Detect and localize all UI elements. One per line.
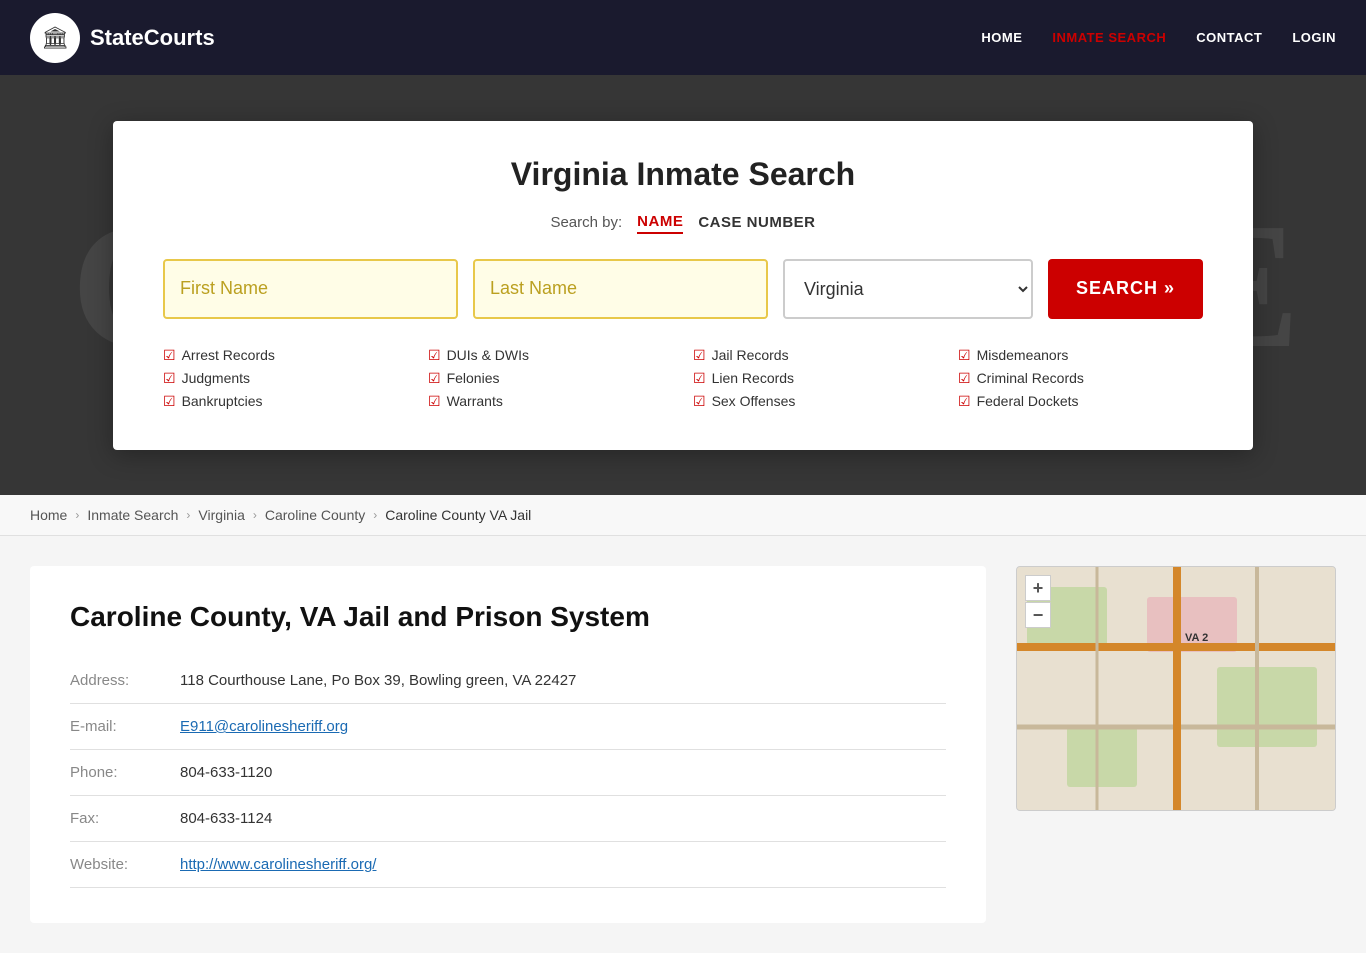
check-label-warrants: Warrants — [447, 393, 503, 409]
facility-info-panel: Caroline County, VA Jail and Prison Syst… — [30, 566, 986, 923]
checkbox-icon-judgments: ☑ — [163, 370, 176, 387]
tab-case-number[interactable]: CASE NUMBER — [698, 212, 815, 233]
email-row: E-mail: E911@carolinesheriff.org — [70, 704, 946, 750]
checkbox-icon-jail: ☑ — [693, 347, 706, 364]
email-value: E911@carolinesheriff.org — [180, 704, 946, 750]
last-name-input[interactable] — [473, 259, 768, 319]
state-select[interactable]: Virginia Alabama Alaska Arizona Arkansas… — [783, 259, 1033, 319]
breadcrumb-sep-4: › — [373, 508, 377, 522]
phone-value: 804-633-1120 — [180, 750, 946, 796]
map-road-label: VA 2 — [1185, 632, 1208, 644]
website-label: Website: — [70, 842, 180, 888]
search-button[interactable]: SEARCH » — [1048, 259, 1203, 319]
main-nav: HOME INMATE SEARCH CONTACT LOGIN — [981, 30, 1336, 45]
search-by-row: Search by: NAME CASE NUMBER — [163, 211, 1203, 234]
map-zoom-in-button[interactable]: + — [1025, 575, 1051, 601]
check-jail-records: ☑ Jail Records — [693, 347, 938, 364]
logo-text: StateCourts — [90, 25, 215, 51]
check-warrants: ☑ Warrants — [428, 393, 673, 410]
checkbox-icon-felonies: ☑ — [428, 370, 441, 387]
logo-icon: 🏛 — [30, 13, 80, 63]
phone-label: Phone: — [70, 750, 180, 796]
website-row: Website: http://www.carolinesheriff.org/ — [70, 842, 946, 888]
check-label-sex: Sex Offenses — [712, 393, 796, 409]
breadcrumb-current: Caroline County VA Jail — [385, 507, 531, 523]
nav-contact[interactable]: CONTACT — [1196, 30, 1262, 45]
check-federal-dockets: ☑ Federal Dockets — [958, 393, 1203, 410]
breadcrumb-sep-2: › — [186, 508, 190, 522]
breadcrumb-sep-3: › — [253, 508, 257, 522]
nav-login[interactable]: LOGIN — [1292, 30, 1336, 45]
check-label-misd: Misdemeanors — [977, 347, 1069, 363]
checkbox-icon-misd: ☑ — [958, 347, 971, 364]
map-controls: + − — [1025, 575, 1051, 628]
breadcrumb-home[interactable]: Home — [30, 507, 67, 523]
tab-name[interactable]: NAME — [637, 211, 683, 234]
search-by-label: Search by: — [550, 214, 622, 231]
check-criminal-records: ☑ Criminal Records — [958, 370, 1203, 387]
map-container: VA 2 + − — [1016, 566, 1336, 811]
check-felonies: ☑ Felonies — [428, 370, 673, 387]
check-label-federal: Federal Dockets — [977, 393, 1079, 409]
check-arrest-records: ☑ Arrest Records — [163, 347, 408, 364]
checkbox-icon-lien: ☑ — [693, 370, 706, 387]
checkbox-icon-duis: ☑ — [428, 347, 441, 364]
facility-title: Caroline County, VA Jail and Prison Syst… — [70, 601, 946, 633]
hero-section: COURTHOUSE Virginia Inmate Search Search… — [0, 75, 1366, 495]
check-label-judgments: Judgments — [182, 370, 250, 386]
checkbox-icon-sex: ☑ — [693, 393, 706, 410]
nav-home[interactable]: HOME — [981, 30, 1022, 45]
email-label: E-mail: — [70, 704, 180, 750]
check-duis: ☑ DUIs & DWIs — [428, 347, 673, 364]
checkbox-icon-federal: ☑ — [958, 393, 971, 410]
fax-label: Fax: — [70, 796, 180, 842]
phone-row: Phone: 804-633-1120 — [70, 750, 946, 796]
check-label-jail: Jail Records — [712, 347, 789, 363]
breadcrumb-caroline-county[interactable]: Caroline County — [265, 507, 365, 523]
check-judgments: ☑ Judgments — [163, 370, 408, 387]
map-placeholder: VA 2 + − — [1017, 567, 1335, 810]
address-value: 118 Courthouse Lane, Po Box 39, Bowling … — [180, 658, 946, 704]
checkbox-icon-warrants: ☑ — [428, 393, 441, 410]
map-zoom-out-button[interactable]: − — [1025, 602, 1051, 628]
search-form: Virginia Alabama Alaska Arizona Arkansas… — [163, 259, 1203, 319]
check-label-lien: Lien Records — [712, 370, 795, 386]
check-misdemeanors: ☑ Misdemeanors — [958, 347, 1203, 364]
content-section: Caroline County, VA Jail and Prison Syst… — [0, 536, 1366, 953]
check-label-criminal: Criminal Records — [977, 370, 1084, 386]
check-label-felonies: Felonies — [447, 370, 500, 386]
site-header: 🏛 StateCourts HOME INMATE SEARCH CONTACT… — [0, 0, 1366, 75]
checkbox-icon-bankr: ☑ — [163, 393, 176, 410]
checkbox-icon-criminal: ☑ — [958, 370, 971, 387]
modal-title: Virginia Inmate Search — [163, 156, 1203, 193]
breadcrumb-sep-1: › — [75, 508, 79, 522]
check-sex-offenses: ☑ Sex Offenses — [693, 393, 938, 410]
search-modal: Virginia Inmate Search Search by: NAME C… — [113, 121, 1253, 450]
map-sidebar: VA 2 + − — [1016, 566, 1336, 923]
first-name-input[interactable] — [163, 259, 458, 319]
fax-row: Fax: 804-633-1124 — [70, 796, 946, 842]
checkboxes-grid: ☑ Arrest Records ☑ DUIs & DWIs ☑ Jail Re… — [163, 347, 1203, 410]
logo[interactable]: 🏛 StateCourts — [30, 13, 215, 63]
map-svg: VA 2 — [1017, 567, 1335, 810]
check-label-bankr: Bankruptcies — [182, 393, 263, 409]
address-row: Address: 118 Courthouse Lane, Po Box 39,… — [70, 658, 946, 704]
check-lien-records: ☑ Lien Records — [693, 370, 938, 387]
facility-info-table: Address: 118 Courthouse Lane, Po Box 39,… — [70, 658, 946, 888]
check-label-arrest: Arrest Records — [182, 347, 275, 363]
check-bankruptcies: ☑ Bankruptcies — [163, 393, 408, 410]
breadcrumb: Home › Inmate Search › Virginia › Caroli… — [0, 495, 1366, 536]
email-link[interactable]: E911@carolinesheriff.org — [180, 718, 348, 735]
website-value: http://www.carolinesheriff.org/ — [180, 842, 946, 888]
address-label: Address: — [70, 658, 180, 704]
breadcrumb-inmate-search[interactable]: Inmate Search — [87, 507, 178, 523]
nav-inmate-search[interactable]: INMATE SEARCH — [1052, 30, 1166, 45]
breadcrumb-virginia[interactable]: Virginia — [198, 507, 244, 523]
checkbox-icon-arrest: ☑ — [163, 347, 176, 364]
fax-value: 804-633-1124 — [180, 796, 946, 842]
website-link[interactable]: http://www.carolinesheriff.org/ — [180, 856, 376, 873]
check-label-duis: DUIs & DWIs — [447, 347, 529, 363]
